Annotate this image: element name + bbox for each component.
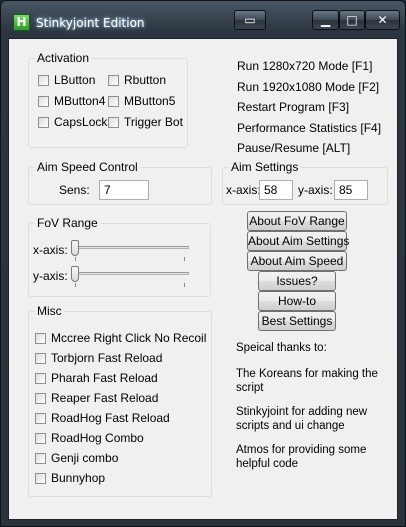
checkbox-label: RoadHog Fast Reload [51,411,170,425]
credits-heading: Speical thanks to: [236,342,327,354]
checkbox-label: Torbjorn Fast Reload [51,351,163,365]
checkbox-label: Rbutton [124,73,167,87]
slider-ticks [71,283,189,287]
aim-speed-title: Aim Speed Control [35,160,140,174]
extra-window-button[interactable]: ▭ [234,10,266,30]
rbutton-checkbox[interactable]: Rbutton [108,72,166,88]
activation-group: Activation LButton Rbutton MButton4 MBut… [28,51,188,148]
checkbox-box [35,452,46,464]
mbutton4-checkbox[interactable]: MButton4 [38,93,105,109]
checkbox-box [35,352,46,364]
roadhog-combo-checkbox[interactable]: RoadHog Combo [35,430,144,446]
hotkey-f1-label: Run 1280x720 Mode [F1] [237,59,373,73]
checkbox-label: MButton5 [124,94,176,108]
capslock-checkbox[interactable]: CapsLock [38,114,107,130]
title-bar[interactable]: H Stinkyjoint Edition ▭ ▁ □ ✕ [1,1,405,31]
checkbox-box [108,116,119,128]
aim-x-input[interactable]: 58 [259,180,293,200]
close-icon: ✕ [377,13,388,27]
slider-thumb[interactable] [71,240,79,256]
window-icon: ▭ [244,13,256,27]
checkbox-label: Trigger Bot [124,115,183,129]
fov-x-label: x-axis: [33,243,68,257]
checkbox-box [35,472,46,484]
fov-y-slider[interactable] [71,264,189,288]
about-aim-settings-button[interactable]: About Aim Settings [247,231,349,251]
genji-combo-checkbox[interactable]: Genji combo [35,450,118,466]
checkbox-label: Reaper Fast Reload [51,391,159,405]
aim-y-input[interactable]: 85 [334,180,368,200]
pharah-fast-reload-checkbox[interactable]: Pharah Fast Reload [35,370,158,386]
how-to-button[interactable]: How-to [258,291,336,311]
hotkey-f2-label: Run 1920x1080 Mode [F2] [237,80,380,94]
sens-label: Sens: [59,183,90,197]
aim-speed-group: Aim Speed Control Sens: 7 [28,160,212,205]
misc-group: Misc Mccree Right Click No Recoil Torbjo… [28,304,212,497]
mbutton5-checkbox[interactable]: MButton5 [108,93,175,109]
minimize-icon: ▁ [320,13,331,27]
checkbox-box [35,412,46,424]
app-icon: H [13,14,30,31]
checkbox-box [35,392,46,404]
close-button[interactable]: ✕ [365,10,400,30]
maximize-button[interactable]: □ [339,10,365,30]
slider-track [71,272,189,275]
checkbox-box [35,432,46,444]
checkbox-label: Pharah Fast Reload [51,371,158,385]
lbutton-checkbox[interactable]: LButton [38,72,95,88]
checkbox-box [38,95,49,107]
reaper-fast-reload-checkbox[interactable]: Reaper Fast Reload [35,390,158,406]
checkbox-label: CapsLock [54,115,108,129]
roadhog-fast-reload-checkbox[interactable]: RoadHog Fast Reload [35,410,170,426]
bunnyhop-checkbox[interactable]: Bunnyhop [35,470,105,486]
fov-x-slider[interactable] [71,238,189,262]
hotkey-alt-label: Pause/Resume [ALT] [237,141,351,155]
fov-y-label: y-axis: [33,269,68,283]
issues-button[interactable]: Issues? [258,271,336,291]
sens-input[interactable]: 7 [99,180,149,200]
about-aim-speed-button[interactable]: About Aim Speed [247,251,347,271]
checkbox-label: LButton [54,73,96,87]
best-settings-button[interactable]: Best Settings [258,311,336,331]
client-area: Activation LButton Rbutton MButton4 MBut… [8,38,398,520]
checkbox-label: Bunnyhop [51,471,106,485]
hotkey-f3-label: Restart Program [F3] [237,100,350,114]
maximize-icon: □ [346,13,358,27]
aim-y-label: y-axis: [298,183,333,197]
checkbox-label: Genji combo [51,451,119,465]
checkbox-box [38,116,49,128]
aim-settings-group: Aim Settings x-axis: 58 y-axis: 85 [222,160,388,205]
torbjorn-fast-reload-checkbox[interactable]: Torbjorn Fast Reload [35,350,162,366]
activation-title: Activation [35,51,92,65]
fov-range-title: FoV Range [35,216,100,230]
checkbox-box [108,95,119,107]
credits-line: Stinkyjoint for adding new scripts and u… [236,406,368,432]
checkbox-box [108,74,119,86]
checkbox-label: Mccree Right Click No Recoil [51,331,207,345]
checkbox-box [35,332,46,344]
checkbox-box [35,372,46,384]
minimize-button[interactable]: ▁ [312,10,339,30]
about-fov-range-button[interactable]: About FoV Range [247,211,347,231]
slider-track [71,246,189,249]
slider-ticks [71,257,189,261]
credits-line: The Koreans for making the script [236,368,378,394]
slider-thumb[interactable] [71,266,79,282]
fov-range-group: FoV Range x-axis: y-axis: [28,216,211,297]
trigger-bot-checkbox[interactable]: Trigger Bot [108,114,183,130]
window-title: Stinkyjoint Edition [36,16,145,30]
aim-settings-title: Aim Settings [229,160,301,174]
checkbox-box [38,74,49,86]
mccree-no-recoil-checkbox[interactable]: Mccree Right Click No Recoil [35,330,206,346]
checkbox-label: MButton4 [54,94,106,108]
aim-x-label: x-axis: [226,183,261,197]
hotkey-f4-label: Performance Statistics [F4] [237,121,382,135]
credits-line: Atmos for providing some helpful code [236,444,367,470]
checkbox-label: RoadHog Combo [51,431,144,445]
misc-title: Misc [35,304,64,318]
main-window: H Stinkyjoint Edition ▭ ▁ □ ✕ Activation… [0,0,406,527]
